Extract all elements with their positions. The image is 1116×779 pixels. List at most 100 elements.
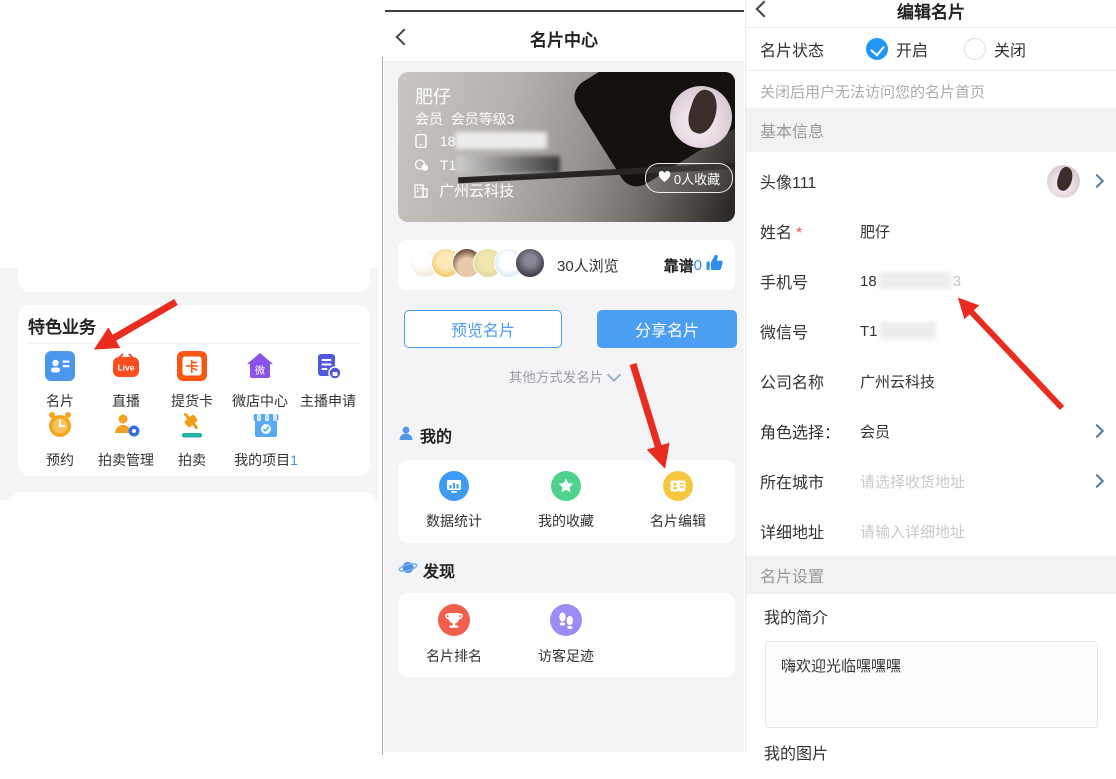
chevron-down-icon [607,368,621,382]
service-label: 直播 [92,391,160,411]
divider [27,343,361,344]
basic-info-band: 基本信息 [746,108,1116,152]
discover-item-label: 名片排名 [398,646,510,666]
service-label: 拍卖管理 [92,450,160,470]
viewer-count: 30人浏览 [557,255,619,276]
my-item-label: 名片编辑 [622,511,734,531]
avatar-field-row[interactable]: 头像111 [746,156,1116,206]
my-item-card-edit[interactable]: 名片编辑 [622,460,734,543]
heart-icon [658,171,671,186]
intro-label: 我的简介 [764,604,828,628]
my-section-title: 我的 [420,423,452,447]
service-item-my-project[interactable]: 我的项目1 [226,410,306,470]
viewer-avatar [515,248,545,278]
left-top-card [18,226,370,292]
service-item-live[interactable]: Live 直播 [92,351,160,411]
middle-panel: 名片中心 肥仔 会员 会员等级3 18 T1 广州云科技 [384,0,744,779]
service-label: 微店中心 [226,391,294,411]
trophy-icon [438,623,470,640]
address-field-label: 详细地址 [760,519,860,543]
discover-section-header: 发现 [398,558,455,582]
service-item-micro-store[interactable]: 微 微店中心 [226,351,294,411]
wechat-icon [414,157,429,173]
featured-services-title: 特色业务 [28,313,96,338]
auction-manage-icon [111,427,141,444]
company-field-label: 公司名称 [760,369,860,393]
footprints-icon [550,623,582,640]
basic-info-title: 基本信息 [760,118,824,142]
company-field-row[interactable]: 公司名称 广州云科技 [746,356,1116,406]
phone-icon [415,133,427,149]
phone-field-label: 手机号 [760,269,860,293]
left-bottom-card [10,492,376,779]
chevron-right-icon [1090,174,1104,188]
anchor-apply-icon [313,368,343,385]
service-item-auction-manage[interactable]: 拍卖管理 [92,410,160,470]
share-card-button[interactable]: 分享名片 [597,310,737,348]
discover-item-footprints[interactable]: 访客足迹 [510,593,622,677]
name-field-row[interactable]: 姓名* 肥仔 [746,206,1116,256]
trust-label: 靠谱 [664,255,694,276]
profile-badges: 会员 会员等级3 [415,109,515,129]
city-field-label: 所在城市 [760,469,860,493]
wechat-field-row[interactable]: 微信号 T1 [746,306,1116,356]
my-item-favorites[interactable]: 我的收藏 [510,460,622,543]
intro-text: 嗨欢迎光临嘿嘿嘿 [781,658,901,675]
clock-icon [45,427,75,444]
more-share-methods[interactable]: 其他方式发名片 [384,366,744,386]
profile-card: 肥仔 会员 会员等级3 18 T1 广州云科技 0人收藏 [398,72,735,222]
service-item-auction[interactable]: 拍卖 [158,410,226,470]
profile-company-row: 广州云科技 [414,180,514,201]
my-item-data-stats[interactable]: 数据统计 [398,460,510,543]
service-item-pickup-card[interactable]: 卡 提货卡 [158,351,226,411]
wechat-field-label: 微信号 [760,319,860,343]
discover-item-ranking[interactable]: 名片排名 [398,593,510,677]
avatar-hair-shape [684,87,722,137]
left-panel: 特色业务 名片 Live 直播 卡 提货卡 微 微店中心 主播申请 [0,0,378,779]
screenshot-canvas: 特色业务 名片 Live 直播 卡 提货卡 微 微店中心 主播申请 [0,0,1116,779]
city-field-row[interactable]: 所在城市 请选择收货地址 [746,456,1116,506]
service-item-business-card[interactable]: 名片 [26,351,94,411]
trust-count: 0 [694,257,702,274]
member-badge: 会员 [415,111,443,127]
status-off-radio[interactable] [964,38,986,60]
left-middle-divider [382,57,383,755]
pickup-card-icon: 卡 [177,368,207,385]
role-field-row[interactable]: 角色选择： 会员 [746,406,1116,456]
service-item-anchor-apply[interactable]: 主播申请 [294,351,362,411]
micro-store-icon: 微 [245,368,275,385]
phone-masked-area [455,132,547,149]
data-stats-icon [439,488,469,505]
profile-avatar[interactable] [670,86,732,148]
planet-icon [398,559,418,581]
wechat-masked-area [880,322,936,339]
role-field-value: 会员 [860,421,890,442]
company-name: 广州云科技 [439,183,514,200]
address-field-row[interactable]: 详细地址 请输入详细地址 [746,506,1116,556]
storefront-icon [251,427,281,444]
intro-textarea[interactable]: 嗨欢迎光临嘿嘿嘿 [765,641,1098,728]
status-on-radio[interactable] [866,38,888,60]
profile-name: 肥仔 [415,83,451,109]
my-section-header: 我的 [398,423,452,447]
page-title: 编辑名片 [746,0,1116,23]
city-field-placeholder: 请选择收货地址 [860,471,965,492]
phone-field-row[interactable]: 手机号 183 [746,256,1116,306]
avatar-hair-shape [1055,165,1076,192]
wechat-masked-area [456,156,560,173]
preview-card-button[interactable]: 预览名片 [404,310,562,348]
my-item-label: 我的收藏 [510,511,622,531]
viewers-card: 30人浏览 靠谱 0 [398,240,735,290]
avatar-field-label: 头像111 [760,169,860,193]
service-item-appointment[interactable]: 预约 [26,410,94,470]
favorites-pill[interactable]: 0人收藏 [645,163,733,193]
viewer-avatar-stack [410,248,545,283]
wechat-value-prefix: T1 [860,323,878,340]
thumbs-up-icon [706,254,723,276]
phone-prefix: 18 [440,133,456,149]
name-field-value: 肥仔 [860,221,890,242]
service-label: 拍卖 [158,450,226,470]
trust-widget[interactable]: 靠谱 0 [664,254,723,276]
building-icon [414,183,428,200]
card-settings-band: 名片设置 [746,556,1116,594]
